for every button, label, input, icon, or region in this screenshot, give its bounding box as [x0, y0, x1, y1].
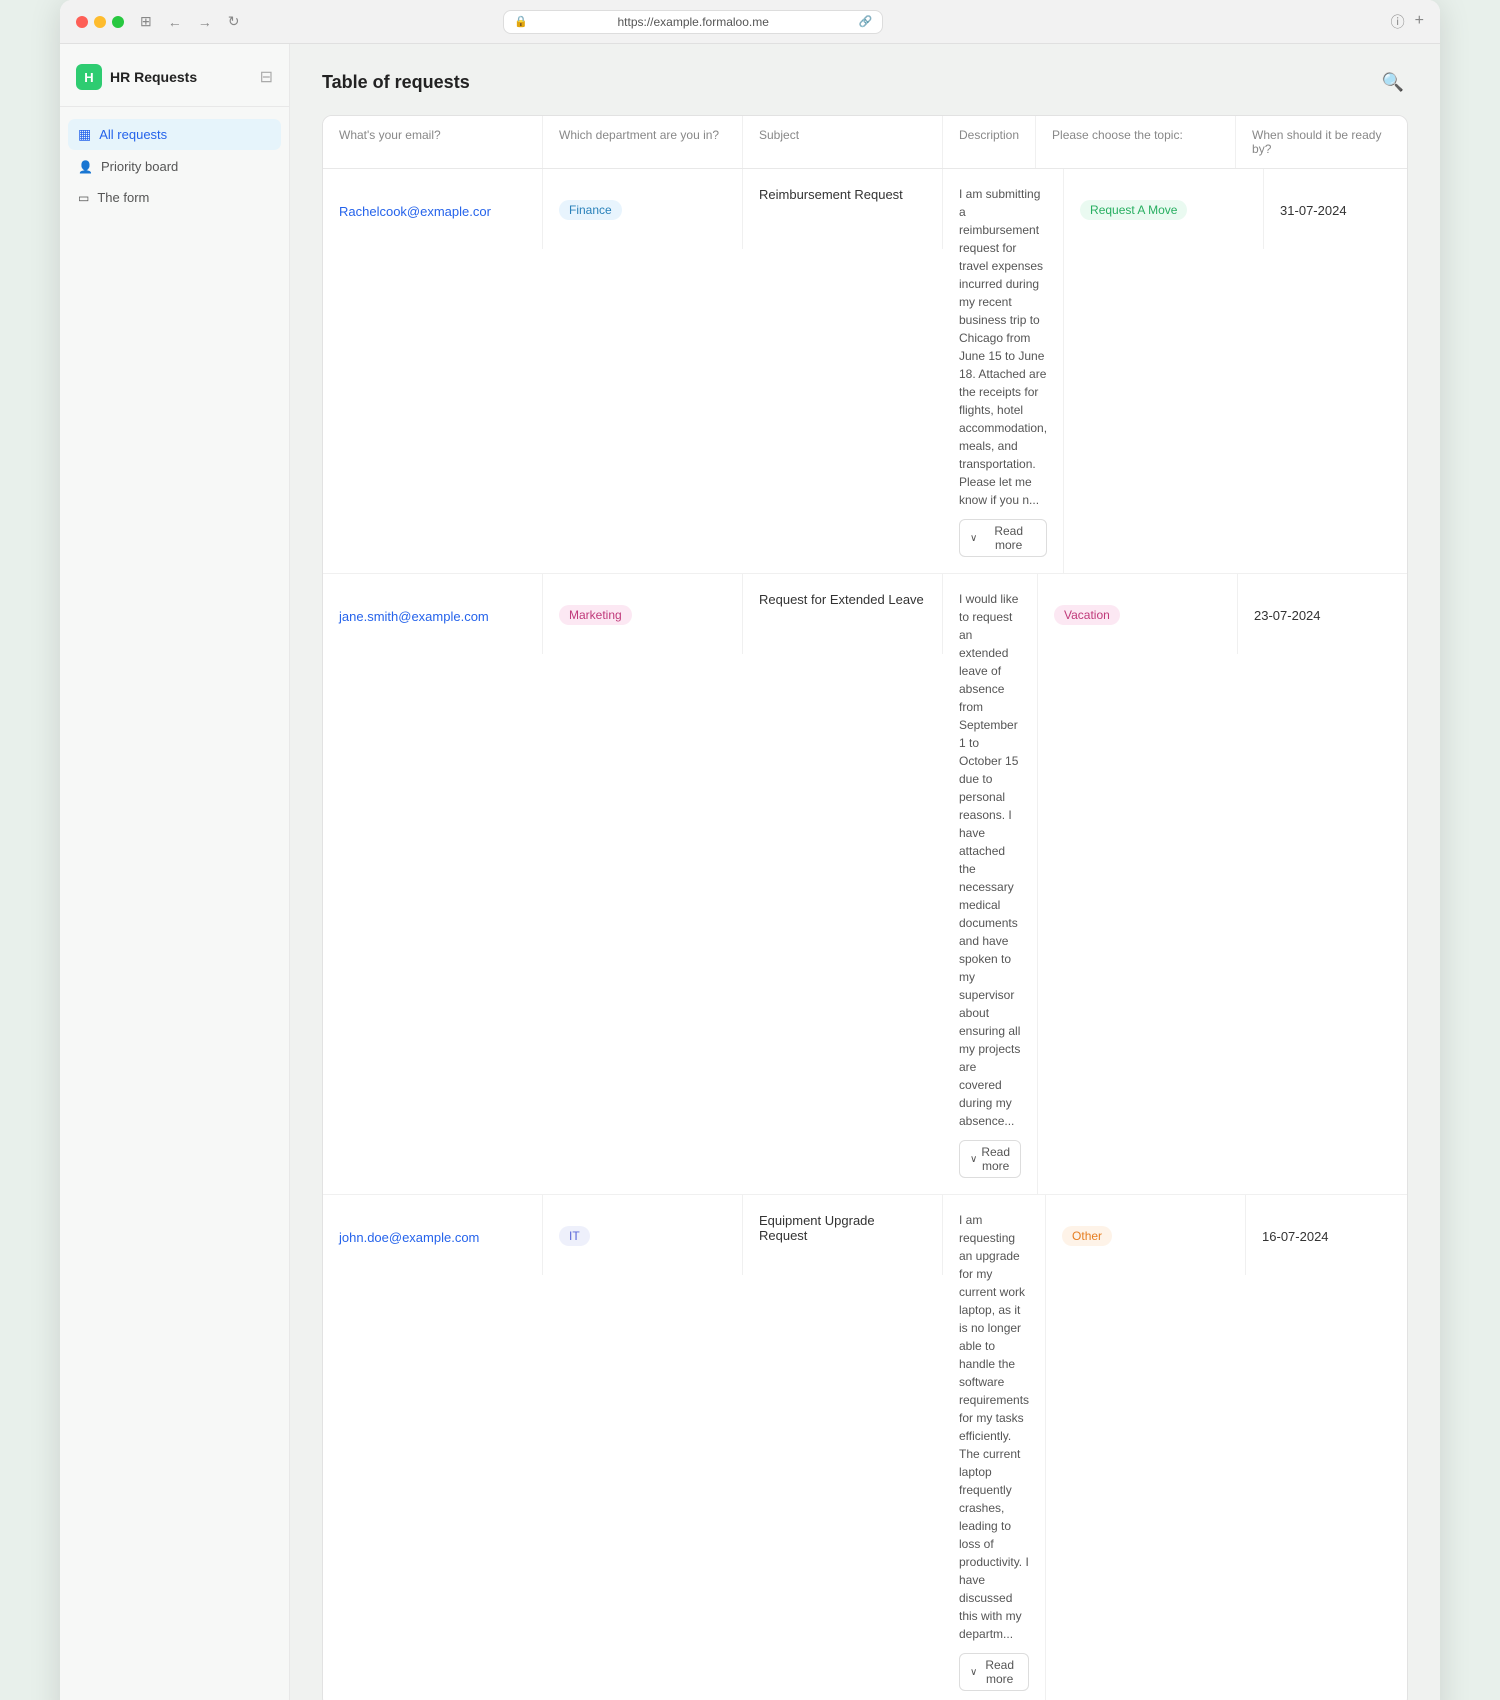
sidebar-header: H HR Requests ⊟ [60, 60, 289, 107]
col-date: When should it be ready by? [1236, 116, 1408, 168]
requests-table: What's your email? Which department are … [322, 115, 1408, 1700]
col-dept: Which department are you in? [543, 116, 743, 168]
cell-subject-3: Equipment Upgrade Request [743, 1195, 943, 1275]
cell-subject-1: Reimbursement Request [743, 169, 943, 249]
read-more-label-3: Read more [981, 1658, 1018, 1686]
app-logo: H [76, 64, 102, 90]
lock-icon: 🔒 [514, 15, 528, 28]
date-text-2: 23-07-2024 [1254, 608, 1321, 623]
cell-date-1: 31-07-2024 [1264, 169, 1408, 249]
subject-text-3: Equipment Upgrade Request [759, 1213, 926, 1243]
topic-badge-1: Request A Move [1080, 200, 1187, 220]
sidebar-label-the-form: The form [97, 190, 149, 205]
search-button[interactable]: 🔍 [1378, 68, 1408, 97]
dept-badge-1: Finance [559, 200, 622, 220]
all-requests-icon: ▦ [78, 126, 91, 143]
info-icon[interactable]: ⓘ [1391, 12, 1405, 32]
url-text: https://example.formaloo.me [534, 15, 853, 29]
cell-date-2: 23-07-2024 [1238, 574, 1408, 654]
chevron-icon-2: ∨ [970, 1154, 977, 1165]
address-bar[interactable]: 🔒 https://example.formaloo.me 🔗 [503, 10, 883, 34]
sidebar-label-priority-board: Priority board [101, 159, 178, 174]
dept-badge-2: Marketing [559, 605, 632, 625]
sidebar-item-the-form[interactable]: ▭ The form [68, 183, 281, 212]
desc-text-1: I am submitting a reimbursement request … [959, 185, 1047, 509]
link-icon: 🔗 [858, 15, 872, 28]
table-row: john.doe@example.com IT Equipment Upgrad… [323, 1195, 1407, 1700]
read-more-label-2: Read more [981, 1145, 1010, 1173]
cell-topic-3: Other [1046, 1195, 1246, 1275]
sidebar-nav: ▦ All requests 👤 Priority board ▭ The fo… [60, 115, 289, 216]
page-title: Table of requests [322, 72, 470, 93]
browser-nav-icons: ⊞ ← → ↻ [136, 11, 243, 32]
table-row: jane.smith@example.com Marketing Request… [323, 574, 1407, 1195]
col-topic: Please choose the topic: [1036, 116, 1236, 168]
sidebar-toggle-icon[interactable]: ⊞ [136, 11, 156, 32]
read-more-button-3[interactable]: ∨ Read more [959, 1653, 1029, 1691]
main-content: Table of requests 🔍 What's your email? W… [290, 44, 1440, 1700]
date-text-1: 31-07-2024 [1280, 203, 1347, 218]
refresh-icon[interactable]: ↻ [224, 11, 244, 32]
sidebar-item-priority-board[interactable]: 👤 Priority board [68, 152, 281, 181]
desc-text-3: I am requesting an upgrade for my curren… [959, 1211, 1029, 1643]
table-row: Rachelcook@exmaple.cor Finance Reimburse… [323, 169, 1407, 574]
topic-badge-2: Vacation [1054, 605, 1120, 625]
read-more-button-2[interactable]: ∨ Read more [959, 1140, 1021, 1178]
the-form-icon: ▭ [78, 191, 89, 205]
back-icon[interactable]: ← [164, 12, 186, 32]
col-description: Description [943, 116, 1036, 168]
traffic-light-green[interactable] [112, 16, 124, 28]
subject-text-1: Reimbursement Request [759, 187, 903, 202]
app-title: HR Requests [110, 69, 197, 85]
topic-badge-3: Other [1062, 1226, 1112, 1246]
new-tab-icon[interactable]: + [1415, 12, 1424, 32]
cell-email-3: john.doe@example.com [323, 1195, 543, 1275]
browser-right-icons: ⓘ + [1391, 12, 1424, 32]
email-link-2[interactable]: jane.smith@example.com [339, 609, 489, 624]
email-link-1[interactable]: Rachelcook@exmaple.cor [339, 204, 491, 219]
cell-email-2: jane.smith@example.com [323, 574, 543, 654]
cell-desc-1: I am submitting a reimbursement request … [943, 169, 1064, 573]
col-subject: Subject [743, 116, 943, 168]
chevron-icon-1: ∨ [970, 533, 977, 544]
cell-desc-3: I am requesting an upgrade for my curren… [943, 1195, 1046, 1700]
priority-board-icon: 👤 [78, 160, 93, 174]
traffic-light-red[interactable] [76, 16, 88, 28]
date-text-3: 16-07-2024 [1262, 1229, 1329, 1244]
app-body: H HR Requests ⊟ ▦ All requests 👤 Priorit… [60, 44, 1440, 1700]
sidebar-collapse-icon[interactable]: ⊟ [260, 67, 273, 87]
table-header: What's your email? Which department are … [323, 116, 1407, 169]
cell-desc-2: I would like to request an extended leav… [943, 574, 1038, 1194]
cell-date-3: 16-07-2024 [1246, 1195, 1408, 1275]
cell-email-1: Rachelcook@exmaple.cor [323, 169, 543, 249]
read-more-label-1: Read more [981, 524, 1036, 552]
cell-topic-1: Request A Move [1064, 169, 1264, 249]
cell-subject-2: Request for Extended Leave [743, 574, 943, 654]
read-more-button-1[interactable]: ∨ Read more [959, 519, 1047, 557]
page-header: Table of requests 🔍 [322, 68, 1408, 97]
sidebar: H HR Requests ⊟ ▦ All requests 👤 Priorit… [60, 44, 290, 1700]
col-email: What's your email? [323, 116, 543, 168]
subject-text-2: Request for Extended Leave [759, 592, 924, 607]
traffic-lights [76, 16, 124, 28]
email-link-3[interactable]: john.doe@example.com [339, 1230, 479, 1245]
browser-toolbar: ⊞ ← → ↻ 🔒 https://example.formaloo.me 🔗 … [60, 0, 1440, 44]
forward-icon[interactable]: → [194, 12, 216, 32]
traffic-light-yellow[interactable] [94, 16, 106, 28]
cell-dept-2: Marketing [543, 574, 743, 654]
dept-badge-3: IT [559, 1226, 590, 1246]
cell-topic-2: Vacation [1038, 574, 1238, 654]
chevron-icon-3: ∨ [970, 1667, 977, 1678]
desc-text-2: I would like to request an extended leav… [959, 590, 1021, 1130]
browser-window: ⊞ ← → ↻ 🔒 https://example.formaloo.me 🔗 … [60, 0, 1440, 1700]
sidebar-item-all-requests[interactable]: ▦ All requests [68, 119, 281, 150]
sidebar-label-all-requests: All requests [99, 127, 167, 142]
cell-dept-1: Finance [543, 169, 743, 249]
cell-dept-3: IT [543, 1195, 743, 1275]
